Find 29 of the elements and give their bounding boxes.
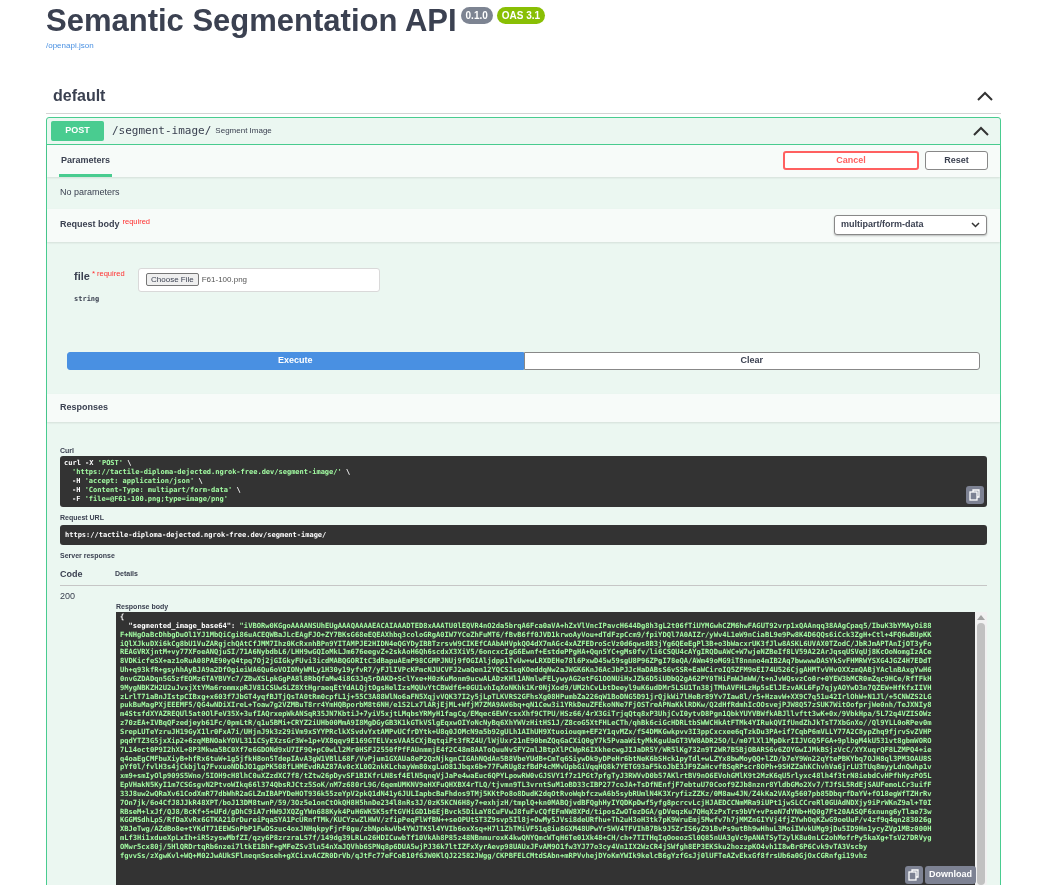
endpoint-summary: Segment Image bbox=[215, 124, 272, 137]
chevron-icon[interactable] bbox=[976, 90, 994, 102]
version-badge: 0.1.0 bbox=[460, 7, 493, 24]
oas-badge: OAS 3.1 bbox=[496, 7, 546, 24]
field-name: file bbox=[74, 268, 90, 284]
section-title[interactable]: default bbox=[53, 84, 106, 108]
status-code: 200 bbox=[60, 590, 77, 603]
reset-button[interactable]: Reset bbox=[925, 151, 988, 170]
clear-button[interactable]: Clear bbox=[523, 352, 980, 370]
responses-title: Responses bbox=[60, 401, 109, 415]
no-parameters-text: No parameters bbox=[60, 185, 120, 199]
required-asterisk: * bbox=[91, 267, 96, 280]
parameters-tab[interactable]: Parameters bbox=[59, 143, 113, 178]
api-title: Semantic Segmentation API bbox=[46, 4, 457, 38]
column-header: Code bbox=[60, 568, 84, 580]
copy-icon[interactable] bbox=[905, 866, 923, 884]
copy-icon[interactable] bbox=[966, 486, 984, 504]
caret-icon bbox=[971, 222, 980, 228]
method-badge: POST bbox=[51, 121, 104, 141]
request-body-title: Request body bbox=[60, 218, 120, 232]
download-button[interactable]: Download bbox=[925, 866, 976, 884]
spec-link[interactable]: /openapi.json bbox=[46, 41, 94, 50]
chevron-icon[interactable] bbox=[972, 124, 990, 137]
content-type-select[interactable]: multipart/form-data bbox=[834, 215, 987, 235]
file-input[interactable]: Choose File F61-100.png bbox=[138, 267, 380, 292]
scrollbar[interactable] bbox=[975, 612, 987, 885]
choose-file-button[interactable]: Choose File bbox=[146, 273, 199, 286]
endpoint-path: /segment-image/ bbox=[112, 122, 212, 139]
file-name: F61-100.png bbox=[201, 273, 248, 286]
